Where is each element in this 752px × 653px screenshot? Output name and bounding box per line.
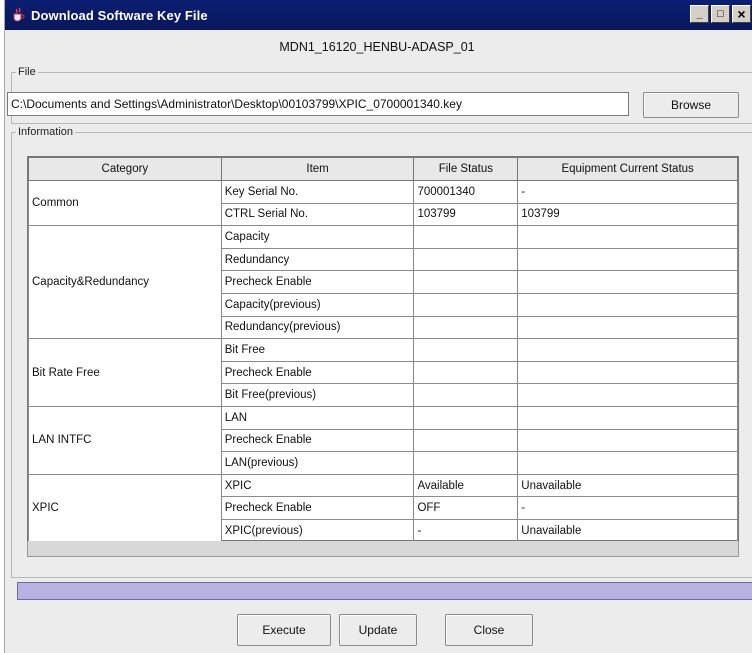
file-status-cell [413,383,519,407]
window-title: Download Software Key File [31,7,208,23]
file-status-cell [413,428,519,453]
category-cell: Common [28,179,222,227]
item-cell: LAN(previous) [220,451,415,475]
item-cell: XPIC [220,473,415,498]
column-header-file-status[interactable]: File Status [413,157,519,181]
equipment-status-cell [517,405,738,430]
column-header-equipment-status[interactable]: Equipment Current Status [517,157,738,181]
file-status-cell [413,292,519,317]
item-cell: Redundancy(previous) [220,315,415,340]
file-status-cell [413,451,519,475]
item-cell: Precheck Enable [220,496,415,520]
table-row[interactable]: Bit Rate Free Bit Free [28,338,738,407]
title-bar[interactable]: Download Software Key File _ □ × [5,0,752,30]
progress-bar [17,582,752,600]
equipment-status-cell: - [517,496,738,520]
category-cell: XPIC [28,473,222,543]
equipment-status-cell [517,428,738,453]
item-cell: Bit Free(previous) [220,383,415,407]
equipment-status-cell [517,383,738,407]
category-cell: LAN INTFC [28,405,222,475]
update-button[interactable]: Update [339,614,417,646]
item-cell: CTRL Serial No. [220,202,415,227]
status-grid: Category Item File Status Equipment Curr… [28,157,738,543]
column-header-item[interactable]: Item [220,157,415,181]
file-status-cell [413,270,519,294]
equipment-status-cell [517,315,738,340]
close-window-button[interactable]: × [732,5,751,23]
item-cell: LAN [220,405,415,430]
java-cup-icon [11,7,25,23]
equipment-status-cell: Unavailable [517,473,738,498]
item-cell: Precheck Enable [220,428,415,453]
file-status-cell: Available [413,473,519,498]
download-key-dialog: Download Software Key File _ □ × MDN1_16… [4,0,752,653]
network-element-title: MDN1_16120_HENBU-ADASP_01 [279,40,475,54]
table-header-row: Category Item File Status Equipment Curr… [28,157,738,181]
equipment-status-cell [517,247,738,272]
window-controls: _ □ × [690,5,751,23]
file-path-input[interactable] [7,92,629,116]
file-status-cell [413,360,519,385]
item-cell: Redundancy [220,247,415,272]
column-header-category[interactable]: Category [28,157,222,181]
maximize-button[interactable]: □ [711,5,730,23]
equipment-status-cell: 103799 [517,202,738,227]
category-cell: Bit Rate Free [28,338,222,407]
file-status-cell: OFF [413,496,519,520]
item-cell: Capacity(previous) [220,292,415,317]
category-cell: Capacity&Redundancy [28,225,222,340]
execute-button[interactable]: Execute [237,614,331,646]
equipment-status-cell [517,225,738,249]
equipment-status-cell [517,451,738,475]
item-cell: Precheck Enable [220,270,415,294]
file-status-cell [413,338,519,362]
minimize-button[interactable]: _ [690,5,709,23]
table-row[interactable]: XPIC XPIC Available Unavailable [28,473,738,543]
equipment-status-cell [517,292,738,317]
information-group-legend: Information [18,126,74,138]
item-cell: Precheck Enable [220,360,415,385]
table-row[interactable]: Common Key Serial No. 700001340- [28,179,738,227]
table-scroll-area [27,541,739,557]
file-status-cell [413,247,519,272]
file-status-cell: - [413,518,519,543]
close-button[interactable]: Close [445,614,533,646]
file-status-cell [413,315,519,340]
file-group-legend: File [18,66,36,78]
file-status-cell [413,225,519,249]
equipment-status-cell [517,360,738,385]
equipment-status-cell [517,270,738,294]
table-row[interactable]: LAN INTFC LAN [28,405,738,475]
file-status-cell [413,405,519,430]
key-status-table[interactable]: Category Item File Status Equipment Curr… [27,156,739,543]
file-status-cell: 103799 [413,202,519,227]
item-cell: XPIC(previous) [220,518,415,543]
item-cell: Capacity [220,225,415,249]
file-status-cell: 700001340 [413,180,519,204]
equipment-status-cell: - [517,180,738,204]
equipment-status-cell: Unavailable [517,518,738,543]
item-cell: Key Serial No. [220,180,415,204]
table-row[interactable]: Capacity&Redundancy Capacity [28,225,738,340]
item-cell: Bit Free [220,338,415,362]
browse-button[interactable]: Browse [643,92,739,118]
equipment-status-cell [517,338,738,362]
